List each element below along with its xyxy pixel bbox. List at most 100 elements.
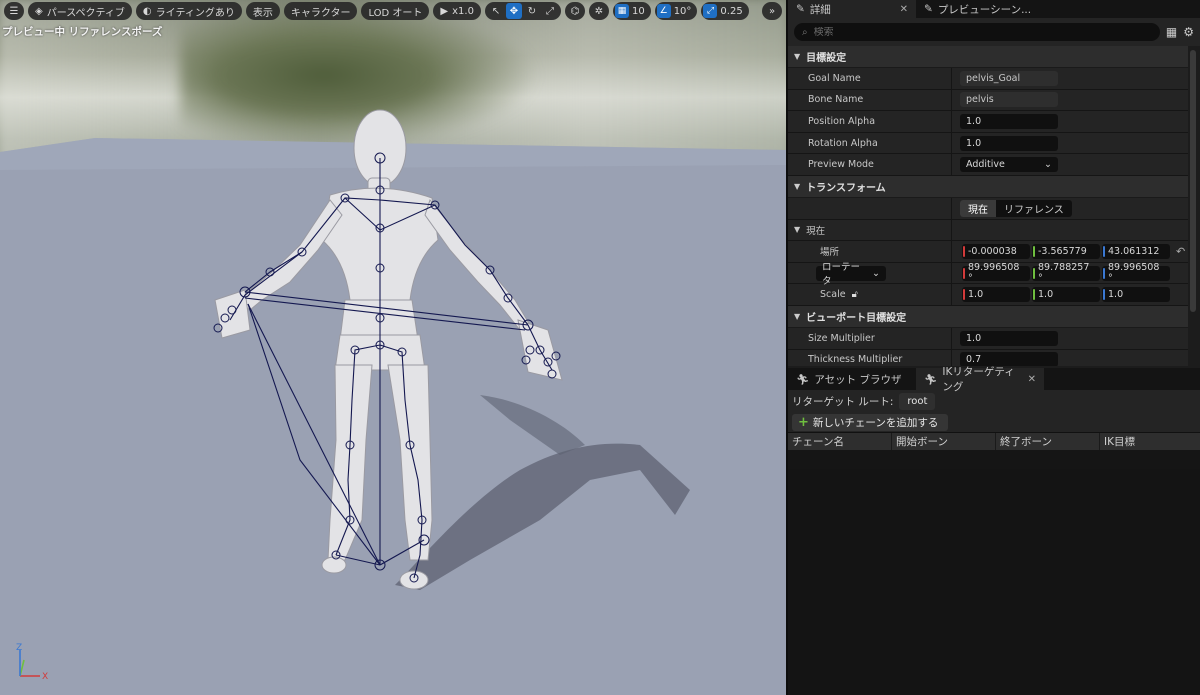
- hamburger-icon: ☰: [9, 5, 19, 17]
- search-input[interactable]: [813, 26, 1152, 38]
- lod-button[interactable]: LOD オート: [361, 2, 430, 20]
- reset-arrow-icon[interactable]: ↶: [1176, 245, 1185, 258]
- pencil-icon: ✎: [796, 3, 805, 15]
- column-chain-name[interactable]: チェーン名: [788, 433, 892, 450]
- add-chain-label: 新しいチェーンを追加する: [812, 416, 939, 429]
- table-view-icon[interactable]: ▦: [1166, 25, 1177, 39]
- mode-reference-button[interactable]: リファレンス: [996, 200, 1072, 217]
- location-x-field[interactable]: -0.000038: [962, 243, 1030, 259]
- details-scrollbar[interactable]: [1190, 50, 1196, 312]
- details-content: ▼ 目標設定 Goal Name pelvis_Goal Bone Name p…: [788, 46, 1188, 366]
- right-panel: ✎ 詳細 ✕ ✎ プレビューシーン... ⌕ ▦ ⚙ ▼ 目標設定 Goal N…: [786, 0, 1200, 695]
- scale-x-field[interactable]: 1.0: [962, 287, 1030, 303]
- details-search-row: ⌕ ▦ ⚙: [788, 18, 1200, 46]
- triangle-down-icon: ▼: [794, 311, 801, 321]
- goal-name-label: Goal Name: [788, 68, 952, 89]
- rotate-tool-icon[interactable]: ↻: [524, 3, 540, 19]
- chevron-down-icon: ⌄: [872, 267, 880, 279]
- add-chain-button[interactable]: + 新しいチェーンを追加する: [792, 413, 949, 431]
- row-bone-name: Bone Name pelvis: [788, 89, 1188, 112]
- tab-preview-scene[interactable]: ✎ プレビューシーン...: [916, 0, 1039, 18]
- tab-ik-retargeting[interactable]: 🏃︎ IKリターゲティング ✕: [916, 366, 1044, 393]
- position-alpha-field[interactable]: 1.0: [960, 113, 1058, 129]
- scale-snap-value: 0.25: [720, 5, 743, 17]
- row-size-multiplier: Size Multiplier 1.0: [788, 327, 1188, 350]
- axis-z-label: Z: [16, 643, 22, 653]
- category-transform-label: トランスフォーム: [806, 182, 886, 194]
- current-group-label: 現在: [806, 225, 826, 237]
- column-end-bone[interactable]: 終了ボーン: [996, 433, 1100, 450]
- row-transform-mode: 現在 リファレンス: [788, 197, 1188, 220]
- row-current-group[interactable]: ▼ 現在: [788, 219, 1188, 242]
- current-group-header: ▼ 現在: [788, 219, 952, 241]
- scale-label: Scale: [820, 289, 846, 301]
- running-figure-icon: 🏃︎: [924, 373, 938, 386]
- rotation-label: ローテータ: [822, 262, 861, 288]
- show-label: 表示: [252, 7, 273, 19]
- mode-current-button[interactable]: 現在: [960, 199, 996, 217]
- category-transform[interactable]: ▼ トランスフォーム: [788, 175, 1188, 198]
- grid-icon: ▦: [614, 4, 629, 18]
- size-multiplier-field[interactable]: 1.0: [960, 330, 1058, 346]
- tab-details-label: 詳細: [809, 3, 831, 16]
- 3d-viewport[interactable]: ☰ ◈ パースペクティブ ◐ ライティングあり 表示 キャラクター LOD オー…: [0, 0, 786, 695]
- rotation-type-dropdown[interactable]: ローテータ ⌄: [816, 262, 886, 287]
- scale-y-field[interactable]: 1.0: [1032, 287, 1100, 303]
- rotation-y-field[interactable]: 89.788257 °: [1032, 262, 1100, 284]
- location-y-field[interactable]: -3.565779: [1032, 243, 1100, 259]
- rotation-z-field[interactable]: 89.996508 °: [1102, 262, 1170, 284]
- play-icon: ▶: [440, 5, 449, 17]
- rotation-alpha-label: Rotation Alpha: [788, 132, 952, 154]
- triangle-down-icon: ▼: [794, 181, 801, 191]
- category-goal-settings[interactable]: ▼ 目標設定: [788, 46, 1188, 68]
- viewport-overlay-label: プレビュー中 リファレンスポーズ: [2, 26, 163, 38]
- select-tool-icon[interactable]: ↖: [488, 3, 504, 19]
- cube-icon: ◈: [35, 5, 43, 17]
- scale-snap-button[interactable]: ⤢ 0.25: [701, 2, 749, 20]
- scale-z-field[interactable]: 1.0: [1102, 287, 1170, 303]
- gear-icon[interactable]: ⚙: [1183, 25, 1194, 39]
- scale-tool-icon[interactable]: ⤢: [542, 3, 558, 19]
- close-icon[interactable]: ✕: [900, 4, 908, 15]
- close-icon[interactable]: ✕: [1028, 374, 1036, 385]
- rotation-x-field[interactable]: 89.996508 °: [962, 262, 1030, 284]
- unlock-icon[interactable]: 🔓︎: [852, 289, 858, 300]
- category-viewport-goal[interactable]: ▼ ビューポート目標設定: [788, 305, 1188, 328]
- surface-snap-button[interactable]: ✲: [588, 2, 609, 20]
- coordinate-space-button[interactable]: ⌬: [564, 2, 585, 20]
- perspective-button[interactable]: ◈ パースペクティブ: [28, 2, 132, 20]
- world-icon: ⌬: [570, 5, 580, 17]
- chevron-down-icon: ⌄: [1044, 159, 1052, 171]
- surface-snap-icon: ✲: [594, 5, 604, 17]
- retarget-root-value[interactable]: root: [899, 392, 936, 410]
- lighting-sphere-icon: ◐: [142, 5, 152, 17]
- toolbar-overflow-button[interactable]: »: [762, 2, 782, 20]
- pencil-icon: ✎: [924, 3, 933, 15]
- rotation-snap-button[interactable]: ∠ 10°: [654, 2, 698, 20]
- viewport-menu-button[interactable]: ☰: [4, 2, 24, 20]
- lod-label: LOD オート: [368, 7, 423, 19]
- goal-name-field: pelvis_Goal: [960, 70, 1058, 86]
- rotation-alpha-field[interactable]: 1.0: [960, 135, 1058, 151]
- tab-asset-browser[interactable]: 🏃︎ アセット ブラウザ: [788, 368, 916, 390]
- chain-list-empty: [788, 469, 1200, 695]
- column-ik-goal[interactable]: IK目標: [1100, 433, 1200, 450]
- scale-label-cell: Scale 🔓︎: [788, 284, 952, 305]
- character-button[interactable]: キャラクター: [283, 2, 358, 20]
- row-preview-mode: Preview Mode Additive ⌄: [788, 154, 1188, 176]
- show-button[interactable]: 表示: [245, 2, 280, 20]
- running-figure-icon: 🏃︎: [796, 373, 810, 386]
- row-goal-name: Goal Name pelvis_Goal: [788, 68, 1188, 90]
- preview-mode-dropdown[interactable]: Additive ⌄: [960, 157, 1058, 173]
- chain-table-header: チェーン名 開始ボーン 終了ボーン IK目標: [788, 432, 1200, 450]
- grid-snap-button[interactable]: ▦ 10: [612, 2, 651, 20]
- search-box: ⌕: [794, 23, 1160, 41]
- play-speed-button[interactable]: ▶ x1.0: [433, 2, 481, 20]
- location-z-field[interactable]: 43.061312: [1102, 243, 1170, 259]
- tab-details[interactable]: ✎ 詳細 ✕: [788, 0, 916, 18]
- lighting-button[interactable]: ◐ ライティングあり: [135, 2, 242, 20]
- category-viewport-goal-label: ビューポート目標設定: [806, 312, 907, 324]
- translate-tool-icon[interactable]: ✥: [505, 3, 522, 19]
- scene-render: [0, 109, 786, 695]
- column-start-bone[interactable]: 開始ボーン: [892, 433, 996, 450]
